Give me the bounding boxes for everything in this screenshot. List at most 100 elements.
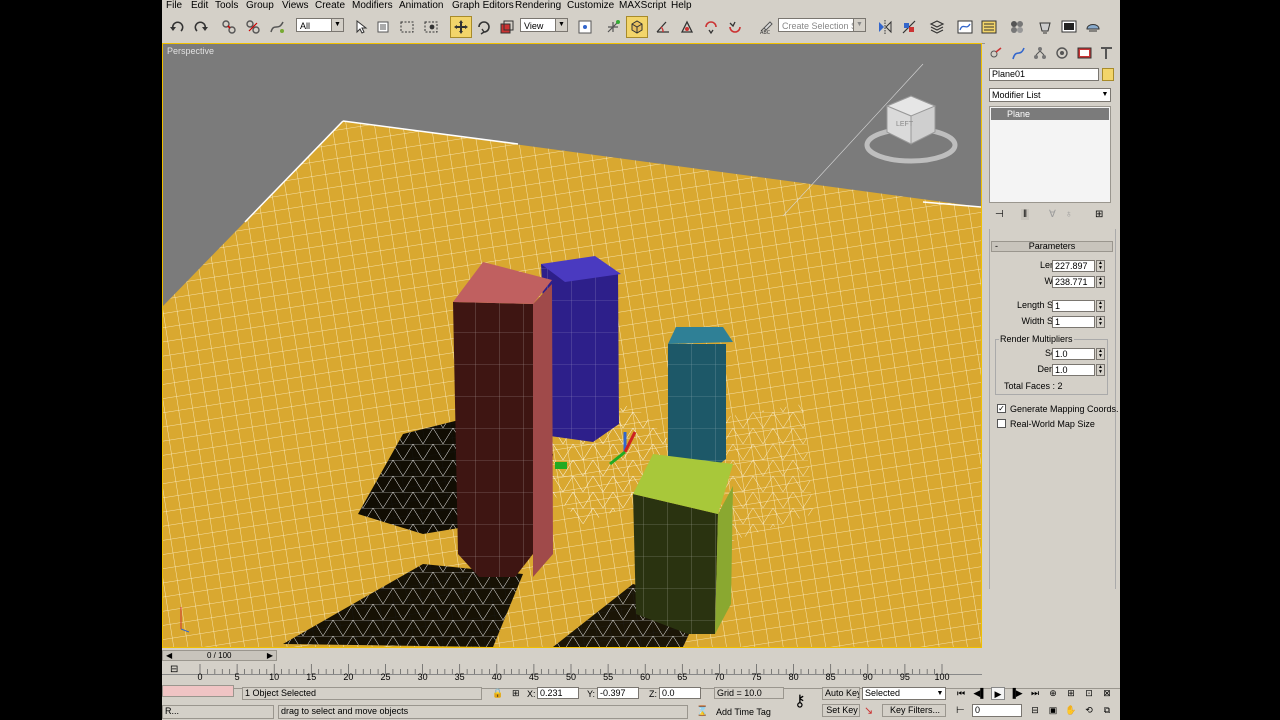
motion-tab-icon[interactable] bbox=[1055, 46, 1072, 61]
width-spinner[interactable]: ▲ ▼ bbox=[1096, 276, 1105, 288]
selection-filter-dropdown[interactable]: All ▼ bbox=[296, 18, 344, 32]
angle-snap-icon[interactable] bbox=[652, 16, 674, 38]
time-configuration-icon[interactable]: ⊟ bbox=[1028, 704, 1042, 717]
goto-end-icon[interactable]: ⏭ bbox=[1028, 687, 1042, 700]
undo-icon[interactable] bbox=[166, 16, 188, 38]
zoom-icon[interactable]: ⊕ bbox=[1046, 687, 1060, 700]
modifier-list-dropdown[interactable]: Modifier List ▼ bbox=[989, 88, 1111, 102]
select-and-rotate-icon[interactable] bbox=[473, 16, 495, 38]
make-unique-icon[interactable]: ∀ bbox=[1049, 209, 1056, 220]
absolute-mode-icon[interactable]: ⊞ bbox=[512, 688, 520, 699]
bind-to-space-warp-icon[interactable] bbox=[266, 16, 288, 38]
select-and-move-icon[interactable] bbox=[450, 16, 472, 38]
maxscript-listener-mini[interactable] bbox=[162, 685, 234, 697]
spinner-snap-alt-icon[interactable] bbox=[724, 16, 746, 38]
menu-create[interactable]: Create bbox=[315, 0, 345, 12]
menu-help[interactable]: Help bbox=[671, 0, 692, 12]
zoom-extents-icon[interactable]: ⊡ bbox=[1082, 687, 1096, 700]
material-editor-icon[interactable] bbox=[1006, 16, 1028, 38]
percent-snap-icon[interactable] bbox=[676, 16, 698, 38]
scale-spinner[interactable]: ▲ ▼ bbox=[1096, 348, 1105, 360]
redo-icon[interactable] bbox=[190, 16, 212, 38]
named-selection-dropdown[interactable]: Create Selection Set ▼ bbox=[778, 18, 866, 32]
set-key-button[interactable]: Set Key bbox=[822, 704, 860, 717]
length-segs-spinner[interactable]: ▲ ▼ bbox=[1096, 300, 1105, 312]
menu-tools[interactable]: Tools bbox=[215, 0, 238, 12]
create-tab-icon[interactable] bbox=[989, 46, 1006, 61]
curve-editor-icon[interactable] bbox=[954, 16, 976, 38]
field-of-view-icon[interactable]: ▣ bbox=[1046, 704, 1060, 717]
menu-edit[interactable]: Edit bbox=[191, 0, 208, 12]
generate-mapping-checkbox[interactable]: ✓ bbox=[997, 404, 1006, 413]
length-spinner[interactable]: ▲ ▼ bbox=[1096, 260, 1105, 272]
menu-modifiers[interactable]: Modifiers bbox=[352, 0, 393, 12]
perspective-viewport[interactable]: Perspective LEFT bbox=[162, 43, 982, 648]
rendered-frame-window-icon[interactable] bbox=[1058, 16, 1080, 38]
time-slider-next-icon[interactable]: ▶ bbox=[267, 651, 273, 660]
width-segs-spinner[interactable]: ▲ ▼ bbox=[1096, 316, 1105, 328]
display-tab-icon[interactable] bbox=[1077, 46, 1094, 61]
hierarchy-tab-icon[interactable] bbox=[1033, 46, 1050, 61]
edit-named-selection-icon[interactable]: ABC bbox=[756, 16, 778, 38]
pin-stack-icon[interactable]: ⊣ bbox=[995, 209, 1004, 220]
menu-file[interactable]: File bbox=[166, 0, 182, 12]
unlink-selection-icon[interactable] bbox=[242, 16, 264, 38]
length-segs-field[interactable]: 1 bbox=[1052, 300, 1095, 312]
menu-animation[interactable]: Animation bbox=[399, 0, 443, 12]
density-spinner[interactable]: ▲ ▼ bbox=[1096, 364, 1105, 376]
rectangular-selection-icon[interactable] bbox=[396, 16, 418, 38]
auto-key-button[interactable]: Auto Key bbox=[822, 687, 860, 700]
scale-field[interactable]: 1.0 bbox=[1052, 348, 1095, 360]
select-and-scale-icon[interactable] bbox=[496, 16, 518, 38]
viewcube[interactable]: LEFT bbox=[863, 88, 959, 168]
object-color-swatch[interactable] bbox=[1102, 68, 1114, 81]
z-coord-field[interactable]: 0.0 bbox=[659, 687, 701, 699]
x-coord-field[interactable]: 0.231 bbox=[537, 687, 579, 699]
remove-modifier-icon[interactable]: ♁ bbox=[1065, 209, 1073, 220]
show-end-result-icon[interactable]: ‖ bbox=[1021, 209, 1030, 220]
select-by-name-icon[interactable] bbox=[372, 16, 394, 38]
menu-views[interactable]: Views bbox=[282, 0, 309, 12]
add-time-tag-button[interactable]: Add Time Tag bbox=[716, 707, 771, 717]
previous-frame-icon[interactable]: ◀▌ bbox=[973, 687, 987, 700]
real-world-map-checkbox[interactable] bbox=[997, 419, 1006, 428]
snaps-toggle-icon[interactable] bbox=[626, 16, 648, 38]
select-and-link-icon[interactable] bbox=[218, 16, 240, 38]
pan-view-icon[interactable]: ✋ bbox=[1064, 704, 1078, 717]
zoom-extents-all-icon[interactable]: ⊠ bbox=[1100, 687, 1114, 700]
time-slider-prev-icon[interactable]: ◀ bbox=[166, 651, 172, 660]
window-crossing-icon[interactable] bbox=[420, 16, 442, 38]
key-mode-toggle-icon[interactable]: ⊢ bbox=[956, 705, 965, 716]
align-icon[interactable] bbox=[898, 16, 920, 38]
menu-graph-editors[interactable]: Graph Editors bbox=[452, 0, 514, 12]
object-name-field[interactable]: Plane01 bbox=[989, 68, 1099, 81]
current-frame-field[interactable]: 0 bbox=[972, 704, 1022, 717]
menu-rendering[interactable]: Rendering bbox=[515, 0, 561, 12]
utilities-tab-icon[interactable] bbox=[1099, 46, 1116, 61]
spinner-snap-icon[interactable] bbox=[700, 16, 722, 38]
y-coord-field[interactable]: -0.397 bbox=[597, 687, 639, 699]
key-mode-dropdown[interactable]: Selected ▼ bbox=[862, 687, 946, 700]
key-mode-icon[interactable]: ↘ bbox=[864, 704, 873, 717]
goto-start-icon[interactable]: ⏮ bbox=[954, 687, 968, 700]
configure-modifier-sets-icon[interactable]: ⊞ bbox=[1095, 209, 1103, 220]
next-frame-icon[interactable]: ▐▶ bbox=[1009, 687, 1023, 700]
mini-curve-editor-icon[interactable]: ⊟ bbox=[170, 664, 178, 675]
select-object-icon[interactable] bbox=[350, 16, 372, 38]
maximize-viewport-icon[interactable]: ⧉ bbox=[1100, 704, 1114, 717]
taskbar-label[interactable]: R... bbox=[165, 706, 179, 716]
play-icon[interactable]: ▶ bbox=[991, 687, 1005, 700]
time-slider-track[interactable]: ◀ 0 / 100 ▶ bbox=[162, 650, 277, 661]
mirror-icon[interactable] bbox=[874, 16, 896, 38]
zoom-all-icon[interactable]: ⊞ bbox=[1064, 687, 1078, 700]
quick-render-icon[interactable] bbox=[1082, 16, 1104, 38]
orbit-icon[interactable]: ⟲ bbox=[1082, 704, 1096, 717]
modifier-stack-item[interactable]: Plane bbox=[991, 108, 1109, 120]
rollout-header[interactable]: - Parameters bbox=[991, 241, 1113, 252]
width-field[interactable]: 238.771 bbox=[1052, 276, 1095, 288]
menu-customize[interactable]: Customize bbox=[567, 0, 614, 12]
lock-selection-icon[interactable]: 🔒 bbox=[492, 688, 503, 699]
menu-maxscript[interactable]: MAXScript bbox=[619, 0, 666, 12]
length-field[interactable]: 227.897 bbox=[1052, 260, 1095, 272]
pivot-center-icon[interactable] bbox=[574, 16, 596, 38]
